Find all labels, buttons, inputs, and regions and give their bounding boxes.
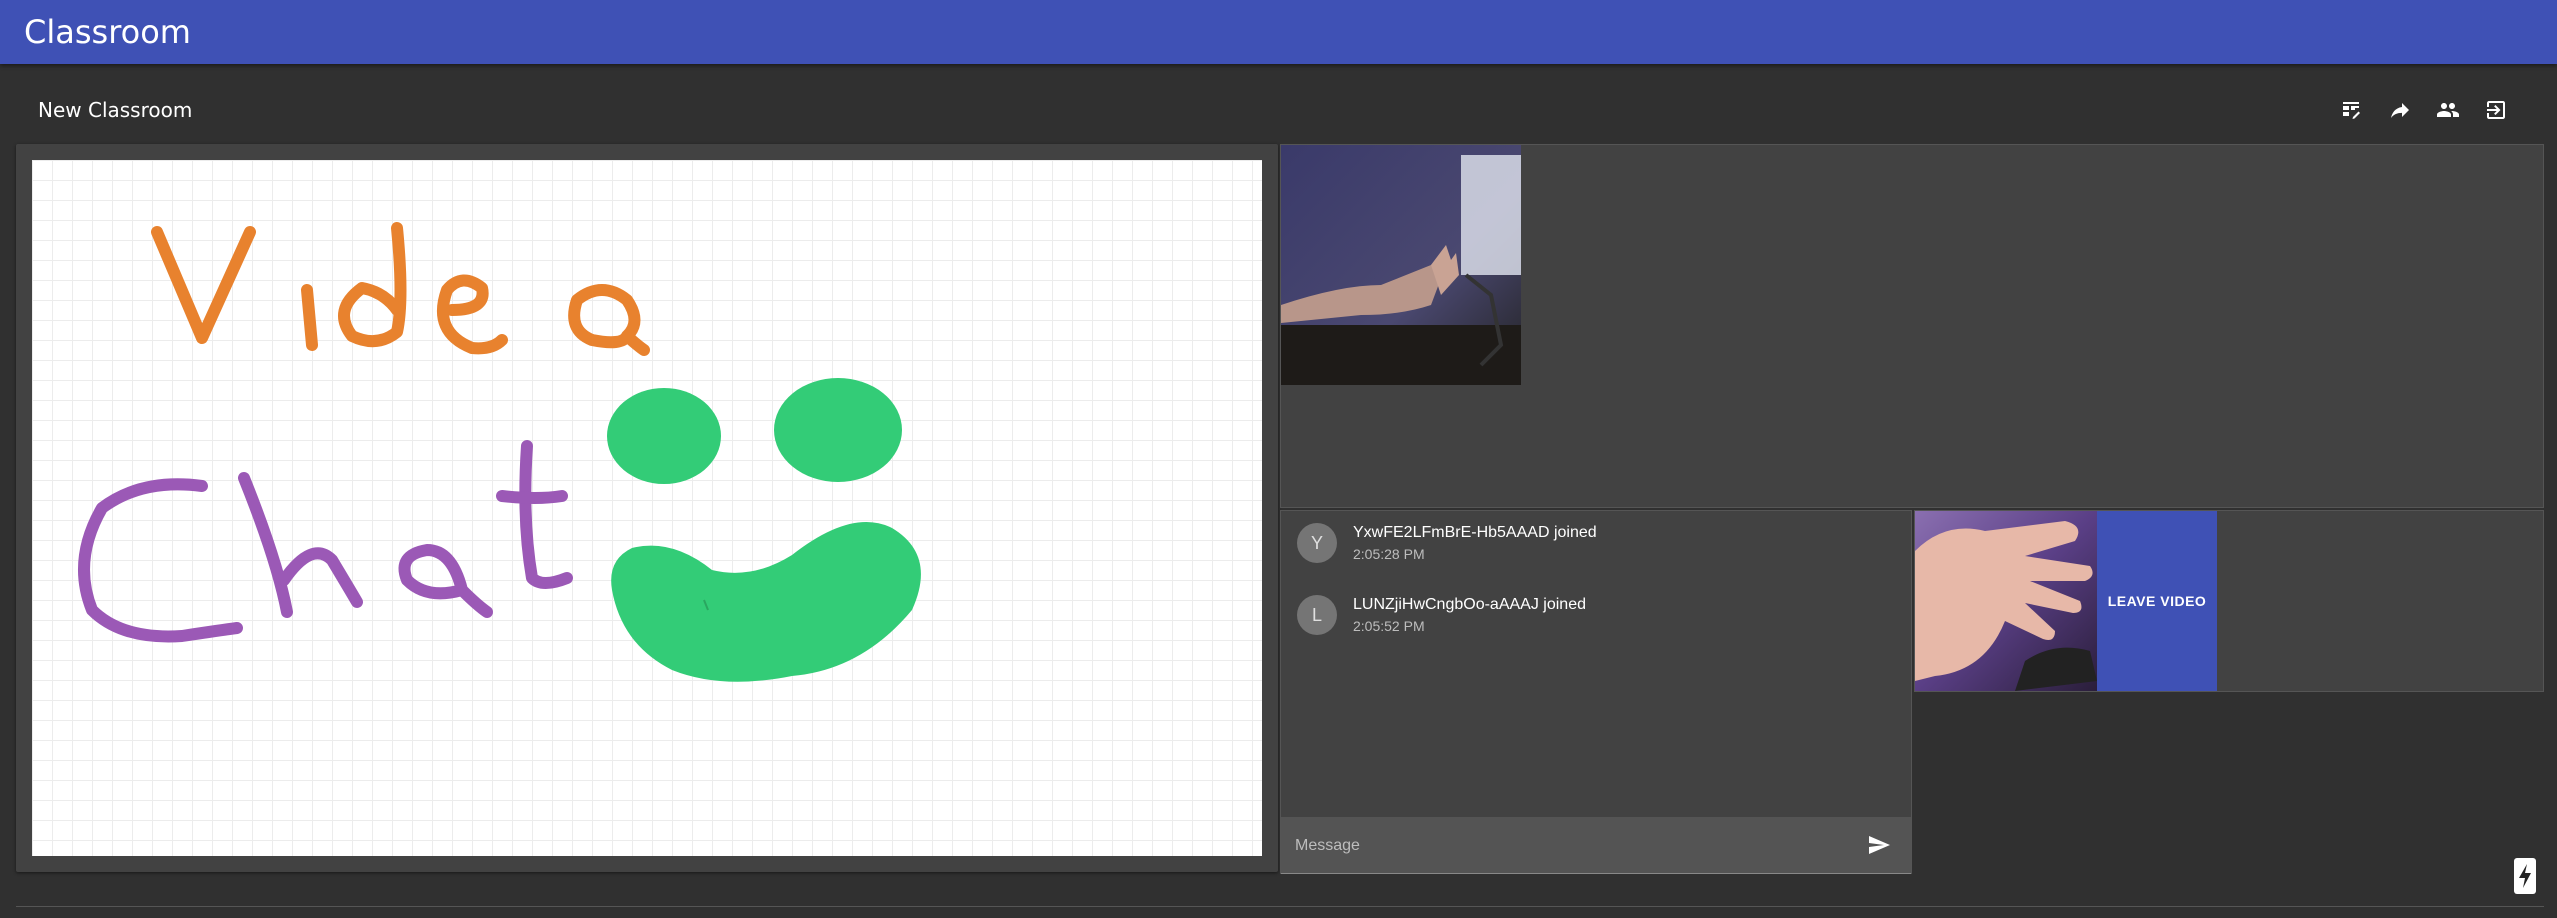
avatar: Y <box>1297 523 1337 563</box>
flash-button[interactable] <box>2514 858 2536 894</box>
drawing-chat-text <box>78 440 573 643</box>
local-video-feed <box>1915 511 2097 691</box>
chat-message: L LUNZjiHwCngbOo-aAAAJ joined 2:05:52 PM <box>1297 583 1877 639</box>
edit-table-button[interactable] <box>2336 94 2368 126</box>
people-icon <box>2437 103 2459 117</box>
send-icon <box>1869 836 1890 854</box>
share-button[interactable] <box>2384 94 2416 126</box>
share-icon <box>2391 103 2409 118</box>
drawing-video-text <box>151 222 650 356</box>
message-input[interactable] <box>1293 827 1857 865</box>
app-bar: Classroom <box>0 0 2557 64</box>
classroom-name: New Classroom <box>38 98 193 122</box>
local-video-panel: LEAVE VIDEO <box>1914 510 2544 692</box>
send-button[interactable] <box>1863 829 1895 861</box>
chat-message: Y YxwFE2LFmBrE-Hb5AAAD joined 2:05:28 PM <box>1297 511 1877 567</box>
exit-button[interactable] <box>2480 94 2512 126</box>
flash-icon <box>2519 864 2531 888</box>
participants-button[interactable] <box>2432 94 2464 126</box>
chat-input-bar <box>1281 817 1911 874</box>
bottom-divider <box>16 906 2544 907</box>
remote-video-feed <box>1281 145 1521 385</box>
remote-video-panel <box>1280 144 2544 508</box>
chat-panel: Y YxwFE2LFmBrE-Hb5AAAD joined 2:05:28 PM… <box>1280 510 1912 874</box>
chat-message-text: LUNZjiHwCngbOo-aAAAJ joined <box>1353 596 1586 613</box>
classroom-header: New Classroom <box>0 80 2557 140</box>
exit-icon <box>2487 101 2505 119</box>
remote-video-image <box>1281 145 1521 385</box>
chat-message-time: 2:05:28 PM <box>1353 546 1425 562</box>
avatar: L <box>1297 595 1337 635</box>
local-video-image <box>1915 511 2097 691</box>
whiteboard-canvas[interactable] <box>32 160 1262 856</box>
chat-message-text: YxwFE2LFmBrE-Hb5AAAD joined <box>1353 524 1597 541</box>
whiteboard-drawing <box>78 222 921 682</box>
app-title: Classroom <box>24 13 191 51</box>
leave-video-button[interactable]: LEAVE VIDEO <box>2097 511 2217 691</box>
chat-message-time: 2:05:52 PM <box>1353 618 1425 634</box>
drawing-smiley <box>607 378 921 682</box>
table-edit-icon <box>2343 102 2360 119</box>
whiteboard-panel <box>16 144 1278 872</box>
